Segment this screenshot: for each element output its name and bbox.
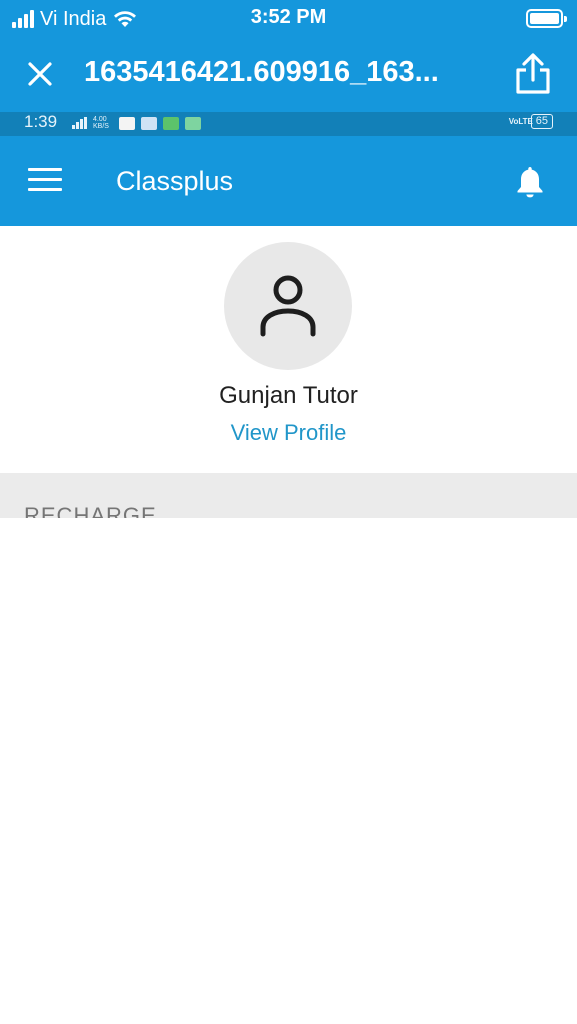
user-name: Gunjan Tutor [219,382,358,409]
person-icon [260,275,316,337]
android-status-right: VoLTE 65 [509,114,553,129]
android-status-bar: 1:39 4.00 KB/S VoLTE 65 [0,112,577,136]
section-label: RECHARGE [24,503,157,518]
share-icon [516,53,550,94]
app-title: Classplus [116,166,234,196]
android-signal-icon [72,117,87,129]
hamburger-menu-icon[interactable] [28,168,62,194]
avatar[interactable] [224,242,352,370]
profile-card: Gunjan Tutor View Profile [0,226,577,472]
close-icon [28,62,52,86]
app-bar: Classplus [0,136,577,226]
gallery-icon [185,116,201,130]
android-status-icons: 4.00 KB/S [72,116,201,130]
recharge-section-header: RECHARGE [0,473,577,518]
ios-status-bar: Vi India 3:52 PM [0,0,577,38]
battery-icon [526,9,567,28]
app-notification-icon [119,116,135,130]
network-speed: 4.00 KB/S [93,116,109,130]
viewer-header: 1635416421.609916_163... [0,38,577,112]
android-clock: 1:39 [24,112,58,131]
file-title: 1635416421.609916_163... [84,56,439,88]
close-button[interactable] [24,58,56,90]
play-store-icon [163,116,179,130]
ios-clock: 3:52 PM [250,6,327,28]
view-profile-link[interactable]: View Profile [0,420,577,446]
notification-bell-icon[interactable] [513,164,547,200]
app-notification-icon [141,116,157,130]
share-button[interactable] [513,52,553,96]
embedded-screenshot: 1:39 4.00 KB/S VoLTE 65 Classplus Gunjan… [0,112,577,518]
android-battery: 65 [530,114,553,129]
volte-indicator: VoLTE [508,116,533,126]
viewer-screen: Vi India 3:52 PM 1635416421.609916_163..… [0,0,577,1024]
